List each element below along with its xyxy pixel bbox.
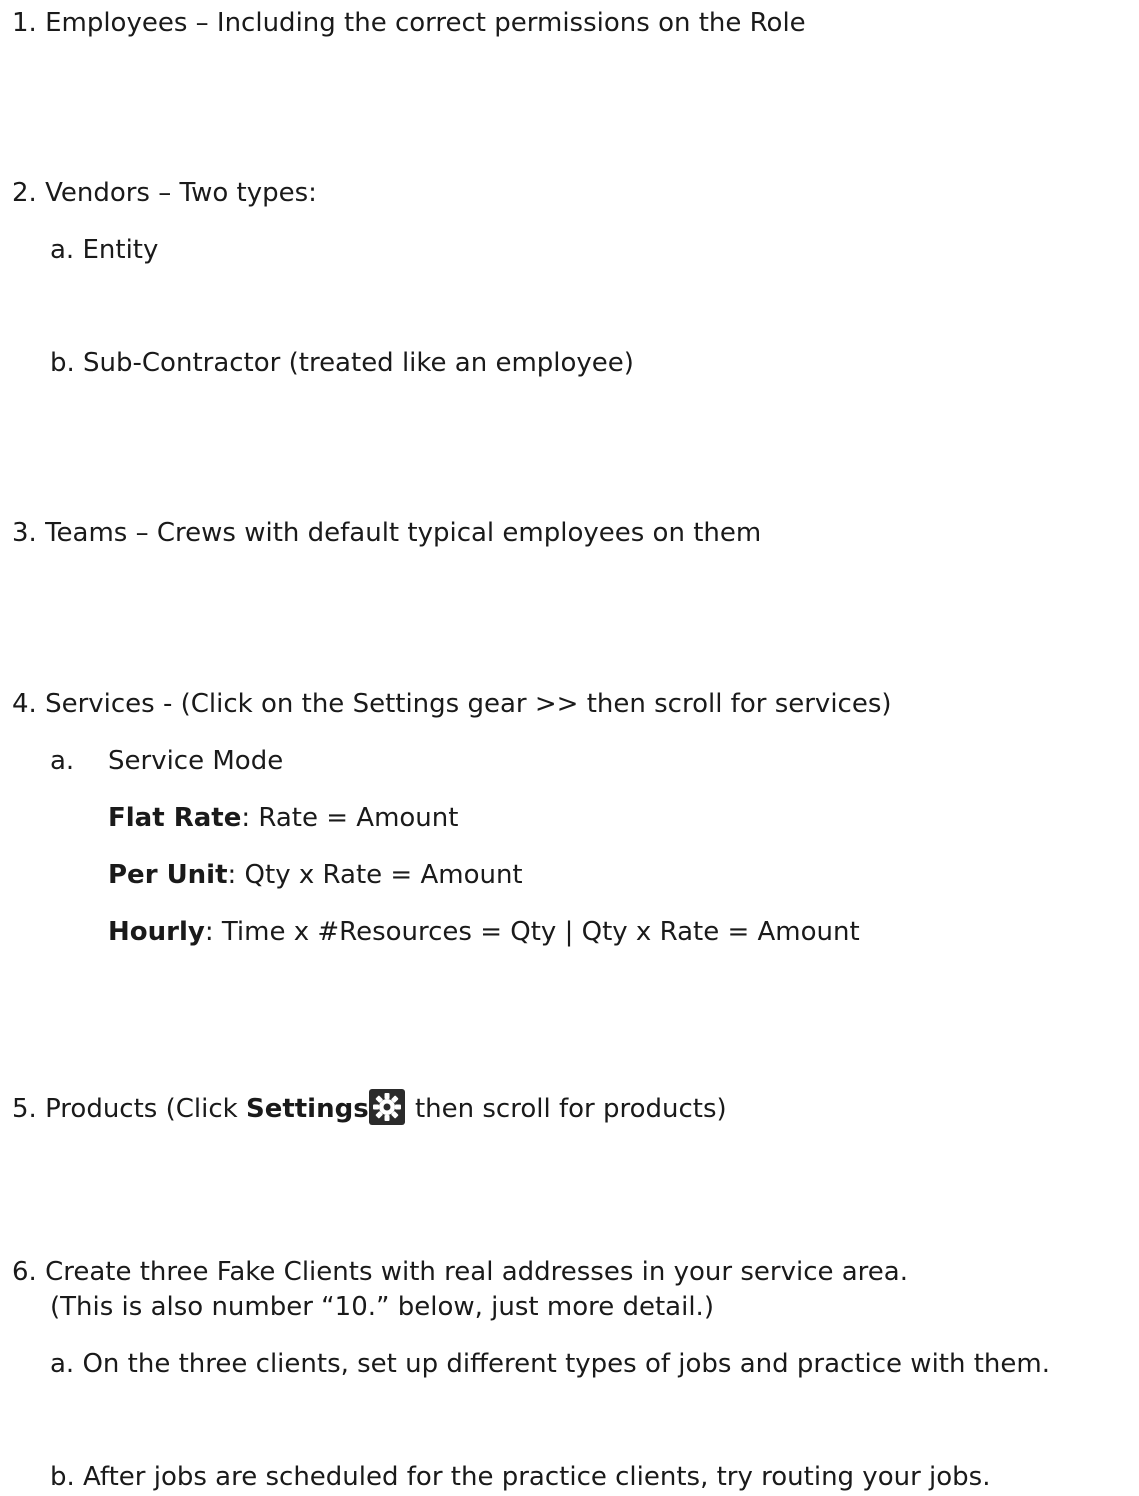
sub-item-service-mode: Service Mode bbox=[108, 746, 284, 776]
products-suffix: then scroll for products) bbox=[406, 1094, 727, 1124]
list-item-products: 5. Products (Click Settings then scroll … bbox=[12, 1089, 727, 1125]
list-item-employees: 1. Employees – Including the correct per… bbox=[12, 8, 806, 38]
fake-clients-note: (This is also number “10.” below, just m… bbox=[50, 1292, 714, 1322]
service-mode-per-unit: Per Unit: Qty x Rate = Amount bbox=[108, 862, 523, 888]
products-settings-label: Settings bbox=[245, 1094, 369, 1124]
gear-icon bbox=[368, 1089, 405, 1125]
flat-rate-formula: : Rate = Amount bbox=[241, 803, 459, 833]
sub-item-sub-contractor: b. Sub-Contractor (treated like an emplo… bbox=[50, 348, 634, 378]
service-mode-flat-rate: Flat Rate: Rate = Amount bbox=[108, 805, 458, 831]
per-unit-formula: : Qty x Rate = Amount bbox=[227, 860, 523, 890]
products-prefix: 5. Products (Click bbox=[12, 1094, 246, 1124]
sub-item-routing-jobs: b. After jobs are scheduled for the prac… bbox=[50, 1462, 991, 1492]
list-item-fake-clients: 6. Create three Fake Clients with real a… bbox=[12, 1257, 908, 1287]
sub-item-practice-jobs: a. On the three clients, set up differen… bbox=[50, 1349, 1050, 1379]
hourly-label: Hourly bbox=[108, 917, 205, 947]
hourly-formula: : Time x #Resources = Qty | Qty x Rate =… bbox=[204, 917, 860, 947]
sub-item-entity: a. Entity bbox=[50, 235, 159, 265]
service-mode-hourly: Hourly: Time x #Resources = Qty | Qty x … bbox=[108, 919, 860, 945]
list-item-teams: 3. Teams – Crews with default typical em… bbox=[12, 518, 762, 548]
flat-rate-label: Flat Rate bbox=[108, 803, 242, 833]
per-unit-label: Per Unit bbox=[108, 860, 228, 890]
sub-item-service-mode-marker: a. bbox=[50, 746, 75, 776]
list-item-services: 4. Services - (Click on the Settings gea… bbox=[12, 689, 892, 719]
list-item-vendors: 2. Vendors – Two types: bbox=[12, 178, 317, 208]
